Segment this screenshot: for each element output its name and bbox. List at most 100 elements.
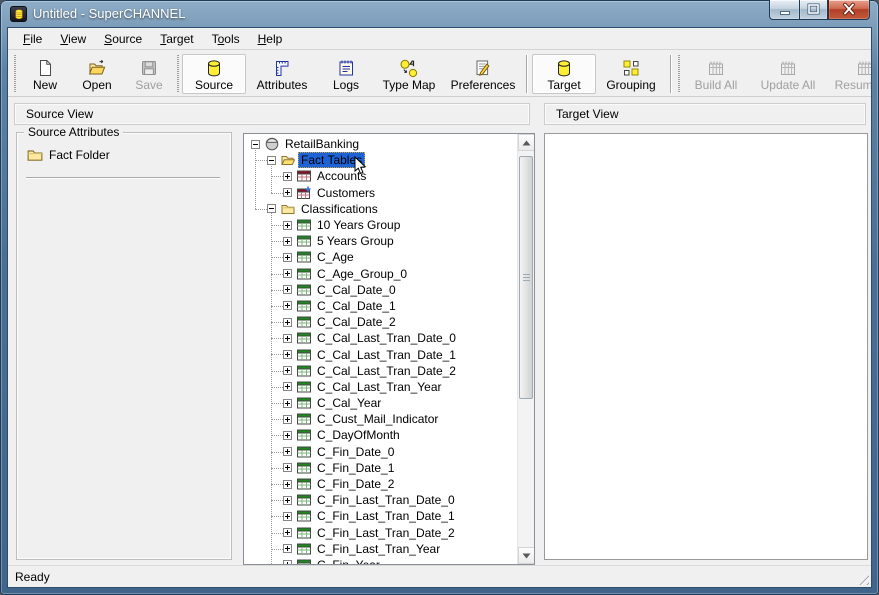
collapse-icon[interactable] — [267, 204, 276, 213]
expand-icon[interactable] — [283, 318, 292, 327]
menu-source[interactable]: Source — [95, 29, 151, 49]
expand-icon[interactable] — [283, 463, 292, 472]
expand-icon[interactable] — [283, 366, 292, 375]
tree-item-retailbanking[interactable]: RetailBanking — [244, 136, 517, 152]
fact-table-plus-icon — [297, 186, 311, 200]
tree-item-c-cal-date-1[interactable]: C_Cal_Date_1 — [244, 298, 517, 314]
tree-item-5-years-group[interactable]: 5 Years Group — [244, 233, 517, 249]
expand-icon[interactable] — [283, 285, 292, 294]
tree-item-c-fin-last-tran-date-0[interactable]: C_Fin_Last_Tran_Date_0 — [244, 492, 517, 508]
tree-item-c-cal-year[interactable]: C_Cal_Year — [244, 395, 517, 411]
collapse-icon[interactable] — [251, 140, 260, 149]
tree-item-c-cal-last-tran-date-2[interactable]: C_Cal_Last_Tran_Date_2 — [244, 363, 517, 379]
tree-item-classifications[interactable]: Classifications — [244, 201, 517, 217]
expand-icon[interactable] — [283, 172, 292, 181]
expand-icon[interactable] — [283, 544, 292, 553]
tree-item-c-fin-date-1[interactable]: C_Fin_Date_1 — [244, 460, 517, 476]
expand-icon[interactable] — [283, 528, 292, 537]
source-item-fact-folder[interactable]: Fact Folder — [27, 147, 110, 163]
tree-item-c-fin-last-tran-date-2[interactable]: C_Fin_Last_Tran_Date_2 — [244, 525, 517, 541]
toolbar-button-label: New — [33, 78, 57, 93]
tree-item-customers[interactable]: Customers — [244, 185, 517, 201]
tree-item-c-fin-date-2[interactable]: C_Fin_Date_2 — [244, 476, 517, 492]
expand-icon[interactable] — [283, 269, 292, 278]
scrollbar-thumb[interactable] — [519, 156, 533, 399]
preferences-icon — [473, 57, 493, 78]
tree-item-c-age[interactable]: C_Age — [244, 249, 517, 265]
tree-connector — [271, 176, 283, 177]
tree-item-c-fin-date-0[interactable]: C_Fin_Date_0 — [244, 444, 517, 460]
toolbar-button-label: Update All — [761, 78, 816, 93]
expand-icon[interactable] — [283, 560, 292, 564]
attributes-button[interactable]: Attributes — [246, 54, 318, 94]
tree-connector — [271, 241, 283, 242]
tree-item-10-years-group[interactable]: 10 Years Group — [244, 217, 517, 233]
tree-item-fact-tables[interactable]: Fact Tables — [244, 152, 517, 168]
menu-help[interactable]: Help — [249, 29, 292, 49]
source-button[interactable]: Source — [182, 54, 246, 94]
tree-item-c-dayofmonth[interactable]: C_DayOfMonth — [244, 427, 517, 443]
preferences-button[interactable]: Preferences — [444, 54, 522, 94]
expand-icon[interactable] — [283, 221, 292, 230]
expand-icon[interactable] — [283, 447, 292, 456]
expand-icon[interactable] — [283, 415, 292, 424]
menu-tools[interactable]: Tools — [203, 29, 249, 49]
app-icon — [10, 6, 27, 22]
expand-icon[interactable] — [283, 382, 292, 391]
toolbar-button-label: Open — [82, 78, 111, 93]
toolbar-gripper — [14, 55, 16, 92]
expand-icon[interactable] — [283, 399, 292, 408]
tree-connector — [271, 419, 283, 420]
minimize-button[interactable] — [769, 0, 799, 20]
target-button[interactable]: Target — [532, 54, 596, 94]
tree-item-label: C_Age — [314, 250, 357, 264]
tree-item-c-cust-mail-indicator[interactable]: C_Cust_Mail_Indicator — [244, 411, 517, 427]
collapse-icon[interactable] — [267, 156, 276, 165]
new-button[interactable]: New — [19, 54, 71, 94]
tree-item-c-cal-last-tran-date-1[interactable]: C_Cal_Last_Tran_Date_1 — [244, 346, 517, 362]
grouping-button[interactable]: Grouping — [596, 54, 666, 94]
tree-item-c-fin-last-tran-date-1[interactable]: C_Fin_Last_Tran_Date_1 — [244, 508, 517, 524]
open-button[interactable]: Open — [71, 54, 123, 94]
toolbar-gripper — [177, 55, 179, 92]
toolbar-button-label: Type Map — [383, 78, 436, 93]
tree-connector — [271, 371, 283, 372]
class-table-icon — [297, 445, 311, 459]
tree-scrollbar[interactable] — [517, 134, 534, 564]
app-window: Untitled - SuperCHANNEL FileViewSourceTa… — [0, 0, 879, 595]
scroll-up-icon[interactable] — [518, 134, 535, 151]
close-button[interactable] — [828, 0, 870, 20]
menu-target[interactable]: Target — [151, 29, 202, 49]
class-table-icon — [297, 364, 311, 378]
tree-item-c-fin-last-tran-year[interactable]: C_Fin_Last_Tran_Year — [244, 541, 517, 557]
maximize-button[interactable] — [799, 0, 828, 20]
tree-item-accounts[interactable]: Accounts — [244, 168, 517, 184]
expand-icon[interactable] — [283, 512, 292, 521]
menu-file[interactable]: File — [14, 29, 51, 49]
menu-view[interactable]: View — [51, 29, 95, 49]
tree-item-c-cal-date-0[interactable]: C_Cal_Date_0 — [244, 282, 517, 298]
tree-item-label: C_Fin_Date_1 — [314, 461, 397, 475]
tree-item-c-age-group-0[interactable]: C_Age_Group_0 — [244, 266, 517, 282]
expand-icon[interactable] — [283, 188, 292, 197]
toolbar-button-label: Save — [135, 78, 162, 93]
tree-item-c-cal-date-2[interactable]: C_Cal_Date_2 — [244, 314, 517, 330]
type-map-button[interactable]: Type Map — [374, 54, 444, 94]
tree-item-c-cal-last-tran-date-0[interactable]: C_Cal_Last_Tran_Date_0 — [244, 330, 517, 346]
resize-grip[interactable] — [855, 571, 869, 585]
save-button: Save — [123, 54, 175, 94]
title-bar[interactable]: Untitled - SuperCHANNEL — [0, 0, 879, 28]
expand-icon[interactable] — [283, 334, 292, 343]
tree-item-c-cal-last-tran-year[interactable]: C_Cal_Last_Tran_Year — [244, 379, 517, 395]
tree-item-label: C_Cal_Year — [314, 396, 384, 410]
expand-icon[interactable] — [283, 496, 292, 505]
expand-icon[interactable] — [283, 350, 292, 359]
expand-icon[interactable] — [283, 431, 292, 440]
expand-icon[interactable] — [283, 301, 292, 310]
expand-icon[interactable] — [283, 237, 292, 246]
logs-button[interactable]: Logs — [318, 54, 374, 94]
expand-icon[interactable] — [283, 253, 292, 262]
scroll-down-icon[interactable] — [518, 547, 535, 564]
tree-item-c-fin-year[interactable]: C_Fin_Year — [244, 557, 517, 564]
expand-icon[interactable] — [283, 480, 292, 489]
